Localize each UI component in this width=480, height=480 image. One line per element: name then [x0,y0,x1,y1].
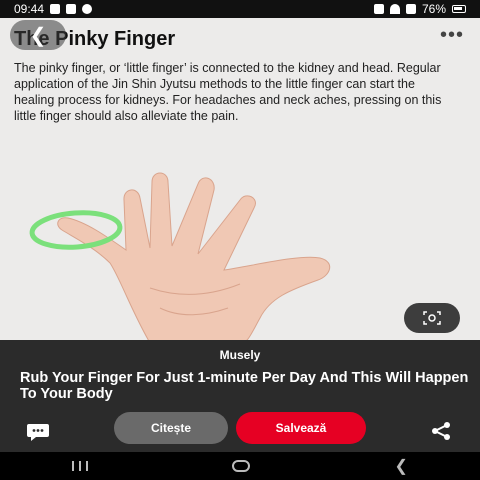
pin-details-panel: Musely Rub Your Finger For Just 1-minute… [0,340,480,452]
visual-search-button[interactable] [404,303,460,333]
system-back-button[interactable]: ❮ [394,456,407,476]
gallery-notification-icon [50,4,61,14]
share-button[interactable] [430,421,452,446]
home-button[interactable] [232,460,251,472]
signal-icon [405,4,416,14]
battery-percent: 76% [421,2,446,16]
visual-search-icon [423,311,441,325]
pin-image[interactable]: The Pinky Finger ❮ ••• The pinky finger,… [0,18,480,340]
source-name[interactable]: Musely [0,348,480,362]
status-bar: 09:44 76% [0,0,480,18]
comment-icon [27,424,49,441]
more-options-button[interactable]: ••• [440,24,464,47]
battery-icon [452,5,466,13]
comment-button[interactable] [26,422,50,447]
system-navigation-bar: ❮ [0,452,480,480]
pin-image-description: The pinky finger, or ‘little finger’ is … [14,61,442,123]
pin-headline: Rub Your Finger For Just 1-minute Per Da… [20,370,469,402]
more-options-icon: ••• [439,24,464,46]
status-time: 09:44 [14,2,45,16]
read-button[interactable]: Citește [114,412,228,444]
whatsapp-notification-icon [82,4,93,14]
alarm-icon [373,4,384,14]
share-icon [432,422,450,440]
back-arrow-icon: ❮ [29,24,47,47]
email-notification-icon [66,4,77,14]
save-button[interactable]: Salvează [236,412,366,444]
wifi-icon [389,4,400,14]
recent-apps-button[interactable] [72,461,89,471]
back-button[interactable]: ❮ [10,20,66,50]
